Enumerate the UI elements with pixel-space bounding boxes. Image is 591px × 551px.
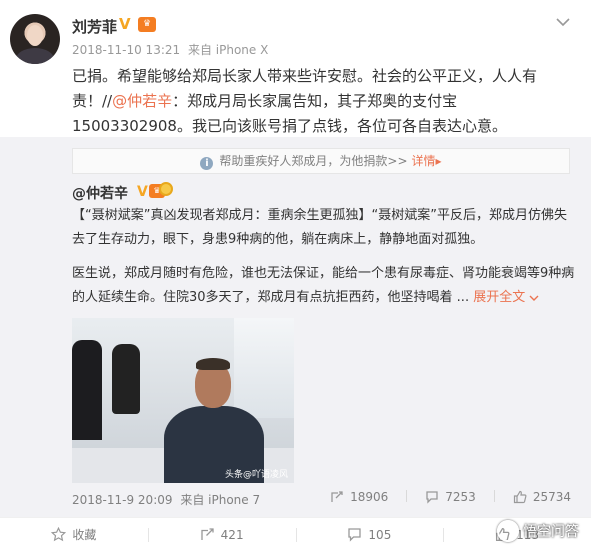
verified-badge-icon: V: [119, 15, 131, 33]
post-timestamp[interactable]: 2018-11-10 13:21: [72, 43, 180, 57]
username[interactable]: 刘芳菲: [72, 16, 117, 37]
post-source: 来自 iPhone X: [187, 43, 269, 57]
verified-badge-icon: V: [137, 184, 148, 200]
stat-divider: [406, 490, 408, 502]
retweet-timestamp[interactable]: 2018-11-9 20:09: [72, 493, 173, 507]
charity-detail-link[interactable]: 详情▸: [412, 154, 442, 168]
retweet-comment-stat[interactable]: 7253: [425, 490, 476, 504]
post-header: 刘芳菲 V ♛ 2018-11-10 13:21 来自 iPhone X: [0, 0, 591, 64]
comment-button[interactable]: 105: [295, 518, 444, 551]
retweet-source: 来自 iPhone 7: [180, 493, 261, 507]
stat-divider: [493, 490, 495, 502]
wukong-logo-icon: [497, 520, 519, 542]
favorite-label: 收藏: [72, 528, 97, 542]
avatar-body: [16, 48, 54, 64]
wukong-watermark: 悟空问答: [497, 520, 579, 542]
retweet-like-stat[interactable]: 25734: [513, 490, 571, 504]
mention-link[interactable]: @仲若辛: [112, 92, 172, 110]
thumbs-up-icon: [513, 490, 527, 504]
retweet-stats: 18906 7253 25734: [330, 490, 571, 504]
charity-banner[interactable]: i 帮助重疾好人郑成月，为他捐款>> 详情▸: [72, 148, 570, 174]
retweet-repost-count: 18906: [350, 490, 389, 504]
photo-coat: [112, 344, 140, 414]
photo-person-hair: [196, 358, 230, 370]
post-meta: 2018-11-10 13:21 来自 iPhone X: [72, 41, 272, 58]
chevron-down-icon[interactable]: [553, 12, 573, 32]
expand-full-text-link[interactable]: 展开全文: [473, 290, 539, 305]
comment-icon: [347, 527, 362, 542]
retweet-paragraph-2-wrap: 医生说，郑成月随时有危险，谁也无法保证，能给一个患有尿毒症、肾功能衰竭等9种病的…: [72, 262, 577, 310]
photo-window: [234, 318, 294, 418]
wukong-watermark-text: 悟空问答: [523, 524, 579, 540]
retweet-comment-count: 7253: [445, 490, 476, 504]
charity-detail-label: 详情: [411, 154, 436, 168]
retweet-author[interactable]: @仲若辛: [72, 183, 128, 203]
retweet-repost-stat[interactable]: 18906: [330, 490, 388, 504]
star-icon: [51, 527, 67, 542]
retweet-card: i 帮助重疾好人郑成月，为他捐款>> 详情▸ @仲若辛 V ♛ 【“聂树斌案”真凶发…: [0, 137, 591, 517]
photo-watermark: 头条@吖语凌风: [224, 470, 288, 480]
vip-badge-icon: ♛: [138, 17, 156, 32]
retweet-photo[interactable]: 头条@吖语凌风: [72, 318, 294, 483]
favorite-button[interactable]: 收藏: [0, 518, 148, 551]
photo-coat: [72, 340, 102, 440]
chevron-down-icon: [529, 294, 539, 302]
medal-icon: [159, 182, 173, 196]
repost-icon: [330, 490, 344, 504]
expand-label: 展开全文: [473, 290, 526, 305]
post-text: 已捐。希望能够给郑局长家人带来些许安慰。社会的公平正义，人人有责！//@仲若辛：…: [72, 64, 577, 139]
retweet-like-count: 25734: [532, 490, 571, 504]
comment-icon: [425, 490, 439, 504]
avatar-face: [27, 25, 43, 46]
caret-right-icon: ▸: [435, 154, 442, 168]
retweet-text: 【“聂树斌案”真凶发现者郑成月：重病余生更孤独】“聂树斌案”平反后，郑成月仿佛失…: [72, 204, 577, 320]
repost-icon: [200, 527, 215, 542]
info-icon: i: [200, 157, 214, 170]
charity-text: 帮助重疾好人郑成月，为他捐款>>: [219, 154, 408, 168]
repost-button[interactable]: 421: [147, 518, 296, 551]
avatar[interactable]: [10, 14, 60, 64]
repost-count: 421: [220, 527, 244, 542]
comment-count: 105: [368, 527, 392, 542]
retweet-meta: 2018-11-9 20:09 来自 iPhone 7: [72, 491, 264, 508]
retweet-paragraph-1: 【“聂树斌案”真凶发现者郑成月：重病余生更孤独】“聂树斌案”平反后，郑成月仿佛失…: [72, 208, 567, 247]
